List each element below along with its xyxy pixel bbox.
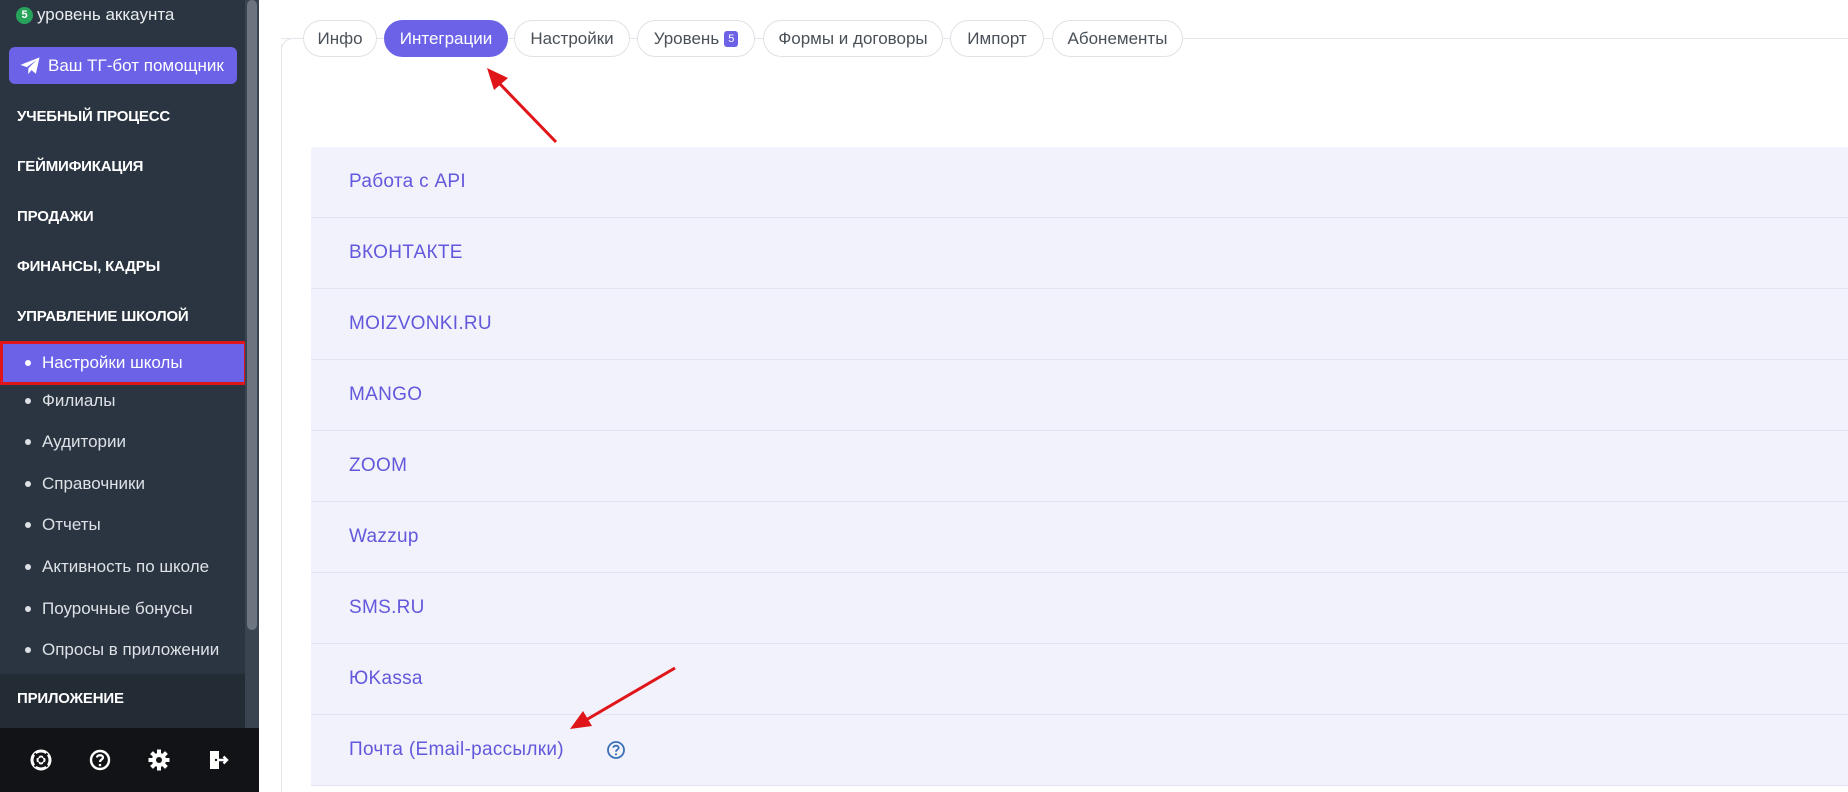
tab-integrations[interactable]: Интеграции [384,20,508,57]
integration-label: ZOOM [349,455,408,476]
sidebar-item-label: Опросы в приложении [42,640,220,659]
bullet [25,564,31,570]
integration-email[interactable]: Почта (Email-рассылки) [311,715,1848,786]
integration-zoom[interactable]: ZOOM [311,431,1848,502]
tab-forms[interactable]: Формы и договоры [763,20,943,57]
tab-settings[interactable]: Настройки [514,20,630,57]
help-circle-icon[interactable] [606,740,626,760]
sidebar-section-sales[interactable]: ПРОДАЖИ [17,208,94,225]
integration-moizvonki[interactable]: MOIZVONKI.RU [311,289,1848,360]
sidebar-item-branches[interactable]: Филиалы [0,383,245,419]
sidebar: 5 уровень аккаунта Ваш ТГ-бот помощник У… [0,0,259,792]
sidebar-item-reports[interactable]: Отчеты [0,507,245,543]
panel-border [281,44,282,792]
sidebar-section-app[interactable]: ПРИЛОЖЕНИЕ [17,690,124,707]
tab-info[interactable]: Инфо [303,20,377,57]
help-circle-icon[interactable] [88,748,112,772]
integration-label: MANGO [349,384,423,405]
telegram-icon [20,56,40,74]
integrations-list: Работа с API ВКОНТАКТЕ MOIZVONKI.RU MANG… [311,147,1848,786]
tab-level-badge: 5 [724,30,739,47]
sidebar-item-label: Отчеты [42,515,101,534]
bullet [25,398,31,404]
lifebuoy-icon[interactable] [29,748,53,772]
sidebar-section-gamification[interactable]: ГЕЙМИФИКАЦИЯ [17,158,143,175]
integration-label: Wazzup [349,526,419,547]
sidebar-item-label: Настройки школы [42,353,183,372]
bullet [25,522,31,528]
bullet [25,647,31,653]
gear-icon[interactable] [147,748,171,772]
bullet [25,360,31,366]
sidebar-item-label: Активность по школе [42,557,210,576]
bullet [25,481,31,487]
sidebar-item-label: Аудитории [42,432,126,451]
integration-label: Почта (Email-рассылки) [349,739,564,760]
sidebar-item-app-surveys[interactable]: Опросы в приложении [0,632,245,668]
tab-level-label: Уровень [653,28,720,48]
sidebar-item-label: Справочники [42,474,145,493]
sidebar-item-school-settings[interactable]: Настройки школы [0,341,245,385]
sidebar-item-school-activity[interactable]: Активность по школе [0,549,245,585]
sidebar-item-label: Филиалы [42,391,116,410]
integration-yookassa[interactable]: ЮKassa [311,644,1848,715]
integration-sms-ru[interactable]: SMS.RU [311,573,1848,644]
bullet [25,606,31,612]
main-content: Инфо Интеграции Настройки Уровень 5 Форм… [259,0,1848,792]
sidebar-item-classrooms[interactable]: Аудитории [0,424,245,460]
integration-label: ЮKassa [349,668,423,689]
sidebar-item-directories[interactable]: Справочники [0,466,245,502]
integration-label: MOIZVONKI.RU [349,313,492,334]
integration-wazzup[interactable]: Wazzup [311,502,1848,573]
integration-vkontakte[interactable]: ВКОНТАКТЕ [311,218,1848,289]
account-level-label: уровень аккаунта [37,5,175,24]
tab-level[interactable]: Уровень 5 [637,20,755,57]
tg-bot-button-label: Ваш ТГ-бот помощник [48,55,224,75]
integration-label: Работа с API [349,171,466,192]
sidebar-scrollbar-thumb[interactable] [247,0,257,630]
integration-label: ВКОНТАКТЕ [349,242,463,263]
sidebar-section-school-management[interactable]: УПРАВЛЕНИЕ ШКОЛОЙ [17,308,189,325]
tab-subscriptions[interactable]: Абонементы [1052,20,1183,57]
sidebar-item-label: Поурочные бонусы [42,599,193,618]
account-level[interactable]: 5 уровень аккаунта [16,4,174,26]
integration-label: SMS.RU [349,597,425,618]
panel-corner [281,38,300,57]
bullet [25,439,31,445]
tg-bot-button[interactable]: Ваш ТГ-бот помощник [9,47,237,84]
integration-api[interactable]: Работа с API [311,147,1848,218]
account-level-badge: 5 [16,6,33,24]
integration-mango[interactable]: MANGO [311,360,1848,431]
tab-import[interactable]: Импорт [950,20,1044,57]
sidebar-section-learning[interactable]: УЧЕБНЫЙ ПРОЦЕСС [17,108,170,125]
sidebar-menu: 5 уровень аккаунта Ваш ТГ-бот помощник У… [0,0,245,728]
sidebar-item-lesson-bonuses[interactable]: Поурочные бонусы [0,591,245,627]
sidebar-footer [0,728,259,792]
logout-icon[interactable] [206,748,230,772]
sidebar-section-finance[interactable]: ФИНАНСЫ, КАДРЫ [17,258,160,275]
